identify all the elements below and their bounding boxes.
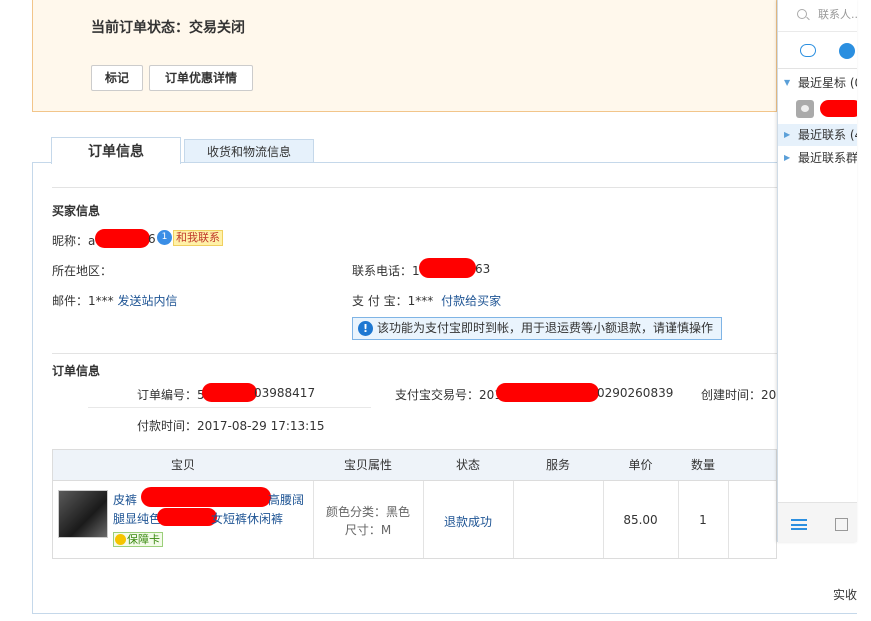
column-header-price: 单价	[628, 458, 653, 472]
contact-me-button[interactable]: 和我联系	[173, 230, 223, 246]
alipay-tx-suffix: 0290260839	[597, 386, 674, 400]
redaction-mark	[95, 229, 150, 248]
alipay-value: 1***	[407, 294, 434, 308]
triangle-right-icon: ▶	[784, 130, 791, 139]
contact-search-input[interactable]: 联系人...	[818, 6, 857, 22]
guarantee-label: 保障卡	[127, 533, 160, 546]
pay-buyer-link[interactable]: 付款给买家	[441, 294, 501, 308]
column-divider	[728, 481, 729, 558]
email-label: 邮件：	[52, 294, 89, 308]
order-number-suffix: 03988417	[254, 386, 316, 400]
group-recent-groups-label: 最近联系群	[798, 151, 857, 165]
column-divider	[513, 481, 514, 558]
tab-order-info[interactable]: 订单信息	[51, 137, 181, 164]
table-header: 宝贝 宝贝属性 状态 服务 单价 数量	[53, 450, 776, 481]
search-icon	[797, 9, 807, 19]
chat-bubble-icon[interactable]	[800, 44, 816, 57]
redaction-mark	[820, 100, 857, 117]
alipay-tx-row: 支付宝交易号：2017	[395, 386, 510, 403]
paid-time-value: 2017-08-29 17:13:15	[197, 419, 325, 433]
alipay-notice-text: 该功能为支付宝即时到帐，用于退运费等小额退款，请谨慎操作	[377, 321, 714, 335]
quantity: 1	[699, 513, 707, 527]
product-title-line2-suffix[interactable]: 女短裤休闲裤	[211, 510, 283, 527]
redaction-mark	[496, 383, 599, 402]
group-starred[interactable]: ▼ 最近星标 (0	[778, 72, 857, 94]
created-time-label: 创建时间：	[701, 388, 762, 402]
recent-clock-icon[interactable]	[839, 43, 855, 59]
alipay-label: 支 付 宝：	[352, 294, 408, 308]
content-frame-bottom	[32, 613, 857, 614]
buyer-info-title: 买家信息	[52, 204, 101, 218]
order-status-text: 当前订单状态：交易关闭	[91, 17, 245, 37]
phone-label: 联系电话：	[352, 264, 413, 278]
product-title-line2-prefix[interactable]: 腿显纯色	[113, 510, 161, 527]
email-value: 1***	[88, 294, 114, 308]
divider	[52, 353, 777, 354]
phone-suffix: 63	[475, 262, 491, 276]
alipay-tx-label: 支付宝交易号：	[395, 388, 480, 402]
column-header-service: 服务	[545, 458, 570, 472]
alipay-row: 支 付 宝：1*** 付款给买家	[352, 292, 501, 309]
nickname-row: 昵称：a	[52, 232, 95, 249]
nickname-label: 昵称：	[52, 234, 89, 248]
info-icon: !	[358, 321, 373, 336]
refund-status-link[interactable]: 退款成功	[423, 513, 513, 530]
content-frame-left	[32, 163, 33, 613]
product-title-line1-prefix[interactable]: 皮裤	[113, 491, 137, 508]
column-header-quantity: 数量	[690, 458, 715, 472]
redaction-mark	[419, 258, 476, 278]
unit-price: 85.00	[623, 513, 658, 527]
email-row: 邮件：1*** 发送站内信	[52, 292, 178, 309]
chat-toolbar	[778, 502, 857, 542]
order-number-label: 订单编号：	[137, 388, 198, 402]
paid-time-label: 付款时间：	[137, 419, 198, 433]
group-recent-contacts[interactable]: ▶ 最近联系 (4	[778, 124, 857, 146]
product-thumbnail[interactable]	[58, 490, 108, 538]
region-label: 所在地区：	[52, 264, 113, 278]
discount-details-button[interactable]: 订单优惠详情	[149, 65, 253, 91]
column-header-attributes: 宝贝属性	[343, 458, 392, 472]
alipay-notice: ! 该功能为支付宝即时到帐，用于退运费等小额退款，请谨慎操作	[352, 317, 722, 340]
order-number-row: 订单编号：52	[137, 386, 212, 403]
order-status-panel: 当前订单状态：交易关闭 标记 订单优惠详情	[32, 0, 777, 112]
phone-row: 联系电话：1	[352, 262, 420, 279]
edit-icon[interactable]	[835, 518, 848, 531]
divider	[88, 407, 371, 408]
redaction-mark	[141, 487, 271, 507]
nickname-suffix: 6	[148, 232, 156, 246]
guarantee-card-badge[interactable]: 保障卡	[113, 532, 163, 547]
redaction-mark	[157, 508, 217, 526]
contact-search: 联系人...	[778, 0, 857, 32]
wangwang-icon[interactable]: 1	[157, 230, 172, 245]
tab-shipping-info[interactable]: 收货和物流信息	[184, 139, 314, 163]
menu-icon[interactable]	[791, 519, 807, 530]
guarantee-icon	[115, 534, 126, 545]
order-items-table: 宝贝 宝贝属性 状态 服务 单价 数量 皮裤 高腰阔 腿显纯色 女短裤休闲裤 保…	[52, 449, 777, 559]
column-header-item: 宝贝	[170, 458, 195, 472]
order-info-title: 订单信息	[52, 364, 101, 378]
chat-panel: 联系人... ▼ 最近星标 (0 ▶ 最近联系 (4 ▶ 最近联系群	[777, 0, 857, 542]
attribute-color: 颜色分类：黑色	[325, 505, 410, 519]
product-title-line1-suffix[interactable]: 高腰阔	[268, 491, 304, 508]
mark-button[interactable]: 标记	[91, 65, 143, 91]
order-status-value: 交易关闭	[189, 20, 245, 36]
redaction-mark	[202, 383, 257, 402]
paid-time-row: 付款时间：2017-08-29 17:13:15	[137, 417, 324, 434]
paid-amount-label: 实收	[833, 588, 858, 602]
triangle-right-icon: ▶	[784, 153, 791, 162]
chat-tabs	[778, 33, 857, 69]
triangle-down-icon: ▼	[784, 78, 791, 87]
order-status-label: 当前订单状态：	[91, 20, 189, 36]
avatar[interactable]	[796, 100, 814, 118]
divider	[52, 187, 777, 188]
column-header-status: 状态	[455, 458, 480, 472]
group-recent-groups[interactable]: ▶ 最近联系群	[778, 147, 857, 169]
group-starred-label: 最近星标 (0	[798, 76, 857, 90]
send-message-link[interactable]: 发送站内信	[117, 294, 177, 308]
group-recent-contacts-label: 最近联系 (4	[798, 128, 857, 142]
attribute-size: 尺寸：M	[344, 523, 392, 537]
